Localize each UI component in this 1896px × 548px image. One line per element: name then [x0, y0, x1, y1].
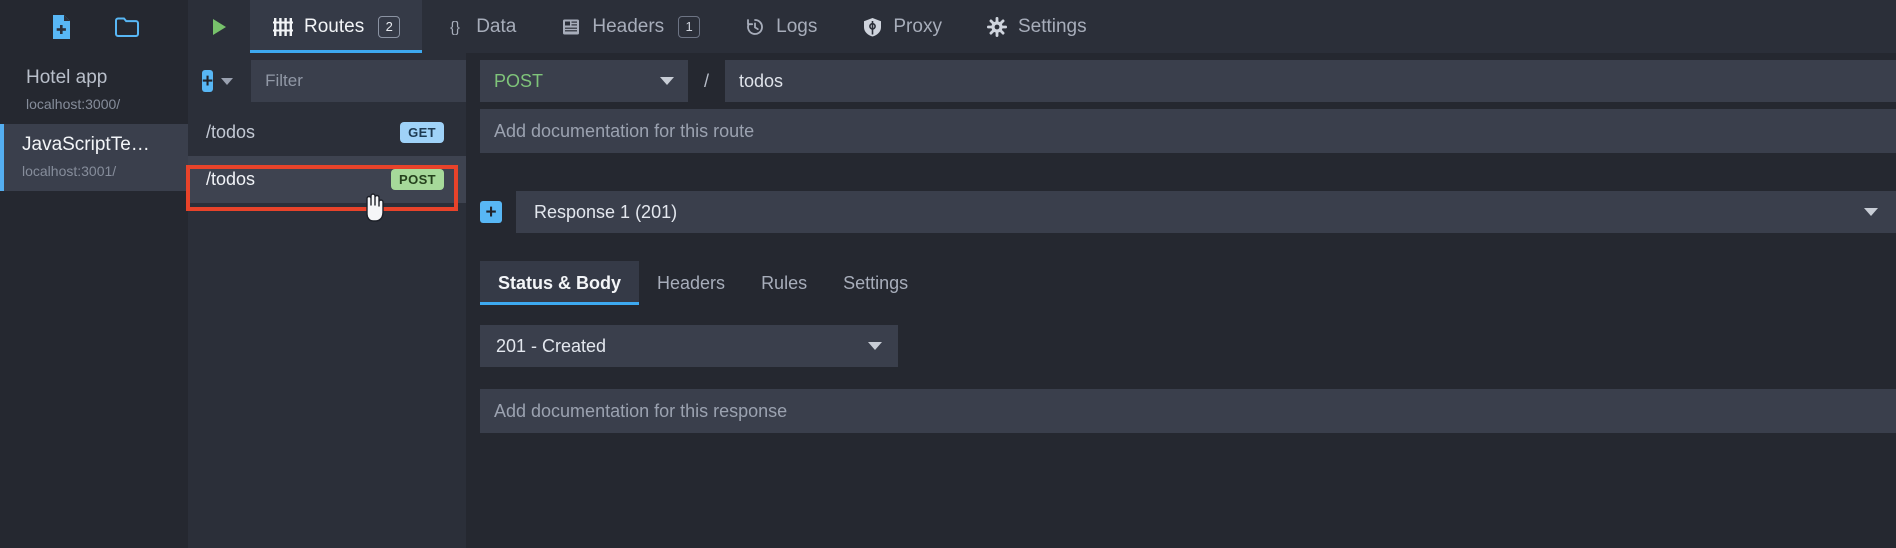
routes-filter-input[interactable]	[251, 60, 501, 102]
status-code-row: 201 - Created	[466, 325, 1896, 367]
file-actions-group	[0, 0, 188, 53]
route-path: /todos	[206, 122, 256, 142]
braces-icon: {}	[444, 16, 466, 38]
subtab-label: Settings	[843, 272, 909, 293]
sliders-icon	[272, 16, 294, 38]
add-route-dropdown-icon[interactable]	[221, 77, 234, 85]
tab-logs[interactable]: Logs	[722, 0, 839, 53]
environment-url: localhost:3000/	[26, 96, 121, 112]
route-editor: POST / + Response 1 (201) Status & Body	[466, 53, 1896, 548]
routes-panel: + /todos GET /todos POST	[188, 53, 501, 548]
chevron-down-icon	[660, 77, 674, 85]
mockoon-window: Routes 2 {} Data Headers 1 Logs Proxy Se…	[0, 0, 1896, 548]
response-documentation-input[interactable]	[480, 389, 1896, 433]
environment-name: Hotel app	[26, 67, 108, 88]
subtab-label: Status & Body	[498, 272, 622, 293]
route-path: /todos	[206, 169, 256, 189]
add-route-button[interactable]: +	[202, 70, 214, 92]
environments-sidebar: Hotel app localhost:3000/ JavaScriptTe… …	[0, 53, 188, 548]
spacer-a	[466, 153, 1896, 191]
subtab-settings[interactable]: Settings	[825, 261, 926, 305]
main-tabs: Routes 2 {} Data Headers 1 Logs Proxy Se…	[250, 0, 1109, 53]
tab-proxy[interactable]: Proxy	[839, 0, 964, 53]
response-select-value: Response 1 (201)	[534, 201, 678, 222]
shield-icon	[861, 16, 883, 38]
http-method-select[interactable]: POST	[480, 60, 688, 102]
tab-logs-label: Logs	[776, 15, 818, 37]
play-icon	[212, 18, 226, 35]
add-response-button[interactable]: +	[480, 201, 502, 223]
top-toolbar: Routes 2 {} Data Headers 1 Logs Proxy Se…	[0, 0, 1896, 53]
route-documentation-input[interactable]	[480, 109, 1896, 153]
spacer-b	[466, 233, 1896, 261]
gear-icon	[986, 16, 1008, 38]
route-method-badge: GET	[400, 122, 444, 143]
http-method-value: POST	[494, 70, 544, 91]
routes-toolbar: +	[188, 53, 501, 109]
response-subtabs: Status & Body Headers Rules Settings	[466, 261, 1896, 305]
main-body: Hotel app localhost:3000/ JavaScriptTe… …	[0, 53, 1896, 548]
route-header: POST /	[466, 53, 1896, 109]
route-url-input[interactable]	[725, 60, 1896, 102]
environment-item-hotel-app[interactable]: Hotel app localhost:3000/	[0, 57, 188, 124]
status-code-value: 201 - Created	[496, 335, 607, 356]
subtab-rules[interactable]: Rules	[743, 261, 825, 305]
tab-proxy-label: Proxy	[893, 15, 942, 37]
tab-headers-label: Headers	[592, 15, 665, 37]
environment-url: localhost:3001/	[22, 163, 117, 179]
route-row-get-todos[interactable]: /todos GET	[188, 109, 466, 156]
spacer-c	[466, 305, 1896, 325]
book-icon	[560, 16, 582, 38]
tab-routes-badge: 2	[378, 15, 401, 38]
response-header: + Response 1 (201)	[466, 191, 1896, 233]
svg-text:{}: {}	[450, 19, 460, 36]
tab-settings[interactable]: Settings	[964, 0, 1109, 53]
new-file-icon[interactable]	[48, 14, 74, 40]
subtab-headers[interactable]: Headers	[639, 261, 743, 305]
status-code-select[interactable]: 201 - Created	[480, 325, 898, 367]
route-row-post-todos[interactable]: /todos POST	[188, 156, 466, 203]
spacer-d	[466, 367, 1896, 389]
tab-routes-label: Routes	[304, 15, 365, 37]
response-select[interactable]: Response 1 (201)	[516, 191, 1896, 233]
tab-data[interactable]: {} Data	[422, 0, 538, 53]
route-method-badge: POST	[391, 169, 444, 190]
chevron-down-icon	[1864, 208, 1878, 216]
subtab-status-and-body[interactable]: Status & Body	[480, 261, 640, 305]
url-prefix-slash: /	[704, 70, 710, 91]
tab-headers[interactable]: Headers 1	[538, 0, 722, 53]
tab-bar: Routes 2 {} Data Headers 1 Logs Proxy Se…	[188, 0, 1896, 53]
start-server-button[interactable]	[188, 0, 250, 53]
tab-data-label: Data	[476, 15, 517, 37]
tab-settings-label: Settings	[1017, 15, 1087, 37]
environment-item-javascriptte[interactable]: JavaScriptTe… localhost:3001/	[0, 124, 188, 191]
tab-routes[interactable]: Routes 2	[250, 0, 423, 53]
chevron-down-icon	[868, 342, 882, 350]
subtab-label: Headers	[657, 272, 726, 293]
tab-headers-badge: 1	[678, 15, 701, 38]
subtab-label: Rules	[761, 272, 808, 293]
open-folder-icon[interactable]	[114, 14, 140, 40]
history-icon	[744, 16, 766, 38]
environment-name: JavaScriptTe…	[22, 134, 150, 155]
